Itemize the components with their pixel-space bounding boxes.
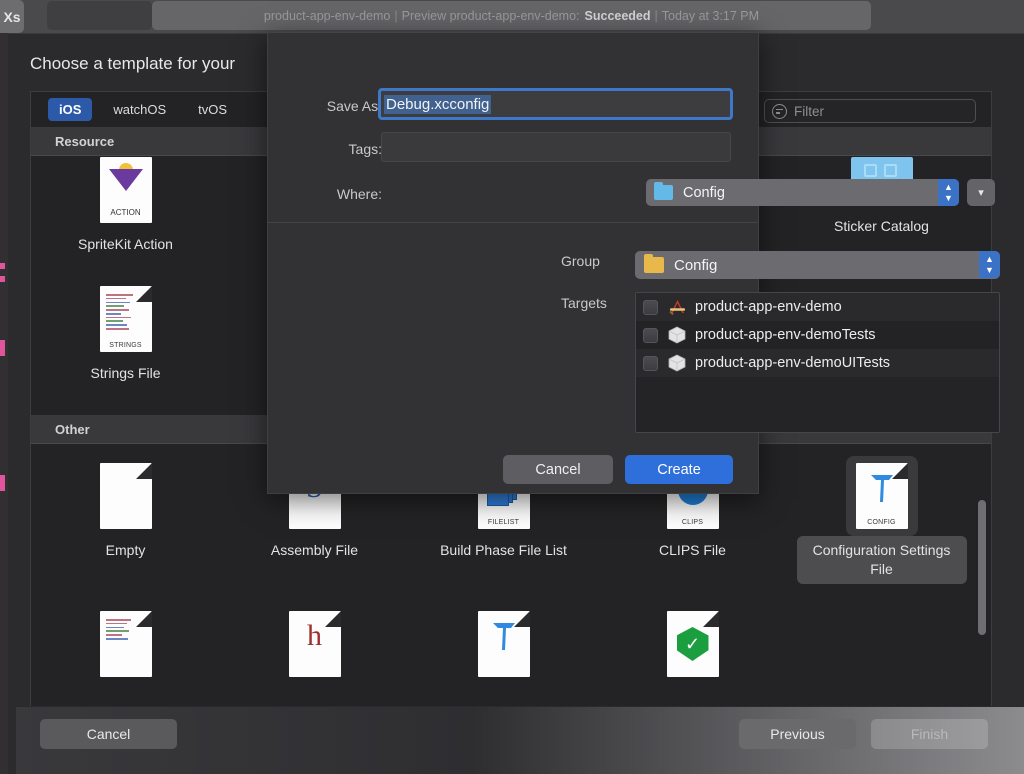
template-label: Empty: [105, 542, 146, 558]
gutter-change-mark: [0, 263, 5, 269]
save-as-input[interactable]: Debug.xcconfig: [378, 88, 733, 120]
target-row[interactable]: product-app-env-demoTests: [636, 321, 999, 349]
xcode-toolbar-spacer: [47, 1, 152, 30]
config-document-icon: CONFIG: [845, 456, 918, 536]
template-label: SpriteKit Action: [78, 236, 173, 252]
page-title: Choose a template for your: [30, 54, 236, 73]
target-checkbox[interactable]: [643, 355, 658, 371]
status-time: Today at 3:17 PM: [661, 8, 760, 23]
expand-browser-button[interactable]: ▾: [967, 179, 995, 206]
gutter-change-mark: [0, 276, 5, 282]
blank-document-icon: [90, 456, 162, 536]
template-label: Configuration Settings File: [796, 536, 967, 584]
document-icon: ✓: [657, 604, 729, 684]
action-document-icon: ACTION: [90, 150, 162, 230]
where-value: Config: [683, 184, 725, 201]
target-row[interactable]: product-app-env-demo: [636, 293, 999, 321]
save-panel-create-button[interactable]: Create: [625, 455, 733, 484]
status-result: Succeeded: [584, 8, 651, 23]
doc-tag-text: STRINGS: [109, 342, 142, 349]
stepper-icon[interactable]: ▲ ▼: [938, 179, 959, 206]
status-sep-2: |: [654, 8, 658, 23]
platform-segmented-control: iOS watchOS tvOS: [48, 98, 248, 121]
template-item-partial-11[interactable]: h: [220, 604, 409, 684]
save-as-label: Save As:: [326, 98, 382, 114]
filter-icon: [772, 103, 787, 119]
document-icon: [90, 604, 162, 684]
tab-ios[interactable]: iOS: [48, 98, 93, 121]
app-root: Xs product-app-env-demo | Preview produc…: [0, 0, 1024, 774]
wizard-cancel-button[interactable]: Cancel: [40, 719, 177, 749]
status-scheme: product-app-env-demo: [263, 8, 391, 23]
targets-list[interactable]: product-app-env-demo product-app-env-dem…: [635, 292, 1000, 433]
hammer-icon: [870, 475, 893, 502]
template-row-partial: h ✓: [31, 604, 991, 684]
where-label: Where:: [336, 186, 382, 202]
group-value: Config: [674, 256, 718, 274]
doc-tag-text: FILELIST: [487, 519, 520, 526]
save-panel-cancel-button[interactable]: Cancel: [503, 455, 613, 484]
xcode-scheme-chip[interactable]: Xs: [0, 0, 24, 33]
template-item-configuration-settings-file[interactable]: CONFIG Configuration Settings File: [787, 456, 976, 584]
tags-label: Tags:: [348, 141, 382, 157]
editor-gutter: [0, 33, 8, 774]
test-bundle-icon: [666, 326, 688, 344]
template-label: CLIPS File: [659, 542, 726, 558]
template-item-partial-10[interactable]: [31, 604, 220, 684]
template-label: Assembly File: [270, 542, 359, 558]
xcode-app-icon: [666, 299, 688, 316]
status-activity: Preview product-app-env-demo:: [401, 8, 580, 23]
test-bundle-icon: [666, 354, 688, 372]
gutter-change-mark: [0, 475, 5, 491]
doc-tag-text: CLIPS: [681, 519, 704, 526]
tab-watchos[interactable]: watchOS: [102, 98, 177, 121]
save-panel-actions: Cancel Create: [268, 448, 758, 495]
blue-folder-icon: [654, 182, 673, 200]
template-label: Sticker Catalog: [834, 218, 929, 234]
status-sep-1: |: [394, 8, 398, 23]
wizard-bottom-bar: Cancel Previous Finish: [16, 706, 1024, 774]
document-icon: h: [279, 604, 351, 684]
xcode-toolbar: Xs product-app-env-demo | Preview produc…: [0, 0, 1024, 33]
template-item-partial-14[interactable]: [787, 604, 976, 684]
template-item-partial-13[interactable]: ✓: [598, 604, 787, 684]
document-icon: [468, 604, 540, 684]
save-panel-divider: [268, 222, 758, 223]
xcode-activity-status: product-app-env-demo | Preview product-a…: [152, 1, 871, 30]
scrollbar-thumb[interactable]: [978, 500, 986, 635]
target-name: product-app-env-demoUITests: [695, 355, 891, 371]
doc-tag-text: CONFIG: [867, 519, 896, 526]
template-item-strings-file[interactable]: STRINGS Strings File: [31, 279, 220, 388]
tab-tvos[interactable]: tvOS: [187, 98, 238, 121]
strings-document-icon: STRINGS: [90, 279, 162, 359]
save-panel-top-divider: [268, 32, 758, 33]
group-popup-button[interactable]: Config ▲ ▼: [635, 251, 1000, 279]
save-as-value: Debug.xcconfig: [384, 94, 492, 114]
group-label: Group: [561, 253, 600, 269]
filter-placeholder: Filter: [794, 103, 824, 119]
template-item-spritekit-action[interactable]: ACTION SpriteKit Action: [31, 150, 220, 259]
target-name: product-app-env-demo: [695, 299, 842, 315]
target-name: product-app-env-demoTests: [695, 327, 876, 343]
target-row[interactable]: product-app-env-demoUITests: [636, 349, 999, 377]
target-checkbox[interactable]: [643, 299, 658, 315]
template-item-partial-12[interactable]: [409, 604, 598, 684]
gutter-change-mark: [0, 340, 5, 356]
chevron-down-icon: ▾: [978, 187, 984, 199]
target-checkbox[interactable]: [643, 327, 658, 343]
template-label: Strings File: [90, 365, 161, 381]
yellow-folder-icon: [644, 254, 664, 273]
stepper-icon[interactable]: ▲ ▼: [979, 251, 1000, 278]
where-popup-button[interactable]: Config ▲ ▼: [646, 179, 959, 206]
save-panel: Save As: Debug.xcconfig Tags: Where: Con…: [267, 31, 1000, 495]
hammer-icon: [492, 623, 515, 650]
filter-field[interactable]: Filter: [764, 99, 976, 123]
tags-input[interactable]: [381, 132, 731, 162]
template-label: Build Phase File List: [440, 542, 567, 558]
template-item-empty[interactable]: Empty: [31, 456, 220, 584]
targets-label: Targets: [561, 295, 607, 311]
wizard-finish-button: Finish: [871, 719, 988, 749]
wizard-previous-button[interactable]: Previous: [739, 719, 856, 749]
